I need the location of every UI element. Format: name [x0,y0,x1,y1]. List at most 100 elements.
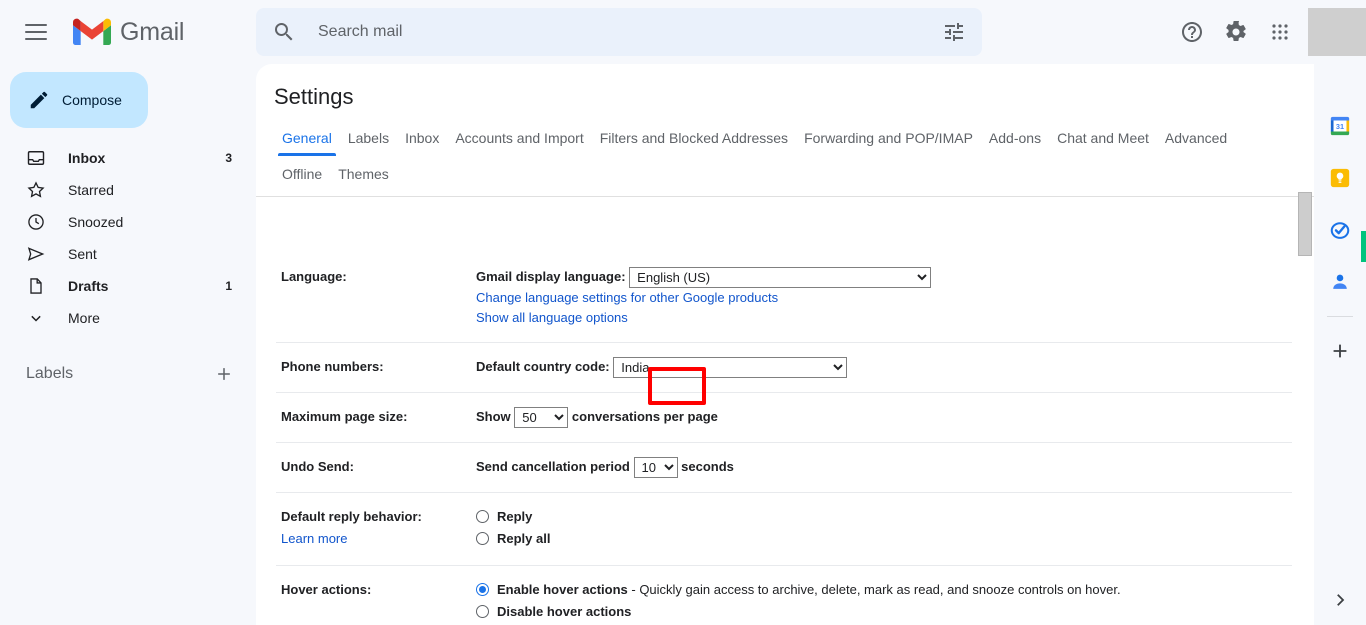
default-country-code-select[interactable]: India [613,357,848,379]
labels-title: Labels [26,365,74,382]
sidebar-item-label: Sent [68,246,97,262]
tab-filters-and-blocked-addresses[interactable]: Filters and Blocked Addresses [592,124,796,156]
compose-label: Compose [62,92,122,108]
tab-inbox[interactable]: Inbox [397,124,447,156]
setting-row-hover-actions: Hover actions: Enable hover actions - Qu… [276,566,1292,625]
sidebar-item-inbox[interactable]: Inbox 3 [0,142,256,174]
setting-label-text: Default reply behavior: [281,509,422,525]
tab-offline[interactable]: Offline [274,160,330,192]
plus-icon[interactable] [214,364,234,384]
pencil-icon [30,91,48,109]
radio-label: Disable hover actions [497,604,632,620]
content-scrollbar[interactable] [1298,192,1312,562]
setting-label: Language: [281,269,347,284]
setting-row-language: Language: Gmail display language: Englis… [276,254,1292,344]
draft-icon [30,278,42,294]
setting-value: Gmail display language: English (US) Cha… [476,267,1292,328]
radio-button[interactable] [476,605,489,619]
setting-label: Undo Send: [281,459,354,475]
avatar[interactable] [1308,8,1366,56]
tab-accounts-and-import[interactable]: Accounts and Import [447,124,591,156]
compose-button[interactable]: Compose [10,72,148,128]
labels-section-header: Labels [0,356,256,392]
support-icon[interactable] [1170,10,1214,54]
sidebar-item-starred[interactable]: Starred [0,174,256,206]
right-panel-divider [1327,316,1353,317]
search-icon[interactable] [272,20,296,44]
radio-label: Reply [497,509,533,525]
change-language-settings-link[interactable]: Change language settings for other Googl… [476,288,1292,308]
show-all-language-options-link[interactable]: Show all language options [476,308,1292,328]
tab-general[interactable]: General [274,124,340,156]
google-contacts-icon[interactable] [1320,262,1360,302]
setting-value: Show 50 conversations per page [476,407,1292,429]
main-menu-icon[interactable] [12,8,60,56]
search-input[interactable] [318,23,942,41]
radio-label: Reply all [497,531,551,547]
sidebar-item-more[interactable]: More [0,302,256,334]
radio-label-wrap: Enable hover actions - Quickly gain acce… [497,580,1121,600]
gmail-envelope-icon [73,18,111,45]
settings-gear-icon[interactable] [1214,10,1258,54]
google-apps-icon[interactable] [1258,10,1302,54]
send-icon [27,247,45,261]
settings-content: Language: Gmail display language: Englis… [256,254,1314,625]
right-side-panel: 31 [1314,64,1366,625]
tab-forwarding-and-pop-imap[interactable]: Forwarding and POP/IMAP [796,124,981,156]
max-page-size-prefix: Show [476,409,511,425]
radio-button[interactable] [476,583,489,597]
sidebar-item-label: Inbox [68,150,106,166]
sidebar-item-label: Snoozed [68,214,124,230]
sidebar-nav-list: Inbox 3 Starred Snoozed Sent Drafts 1 Mo… [0,142,256,334]
undo-send-suffix: seconds [681,459,734,475]
undo-send-prefix: Send cancellation period [476,459,630,475]
google-tasks-icon[interactable] [1320,210,1360,250]
setting-value: Send cancellation period 10 seconds [476,457,1292,479]
setting-row-maximum-page-size: Maximum page size: Show 50 conversations… [276,393,1292,444]
tab-chat-and-meet[interactable]: Chat and Meet [1049,124,1157,156]
tabs-divider [256,196,1314,197]
setting-label: Default reply behavior: Learn more [276,507,476,548]
status-indicator-tab [1361,231,1366,262]
sidebar-item-count: 3 [225,151,232,165]
header-actions [1170,0,1366,64]
sidebar-item-sent[interactable]: Sent [0,238,256,270]
svg-text:31: 31 [1336,122,1344,131]
radio-button[interactable] [476,532,489,546]
gmail-logo[interactable]: Gmail [72,17,184,47]
search-bar[interactable] [256,8,982,56]
gmail-display-language-select[interactable]: English (US) [629,267,932,289]
tune-icon[interactable] [942,20,966,44]
scrollbar-thumb[interactable] [1298,192,1312,256]
setting-row-phone-numbers: Phone numbers: Default country code: Ind… [276,343,1292,394]
sidebar-item-drafts[interactable]: Drafts 1 [0,270,256,302]
learn-more-link[interactable]: Learn more [281,529,476,548]
radio-option-reply-all[interactable]: Reply all [476,529,1292,549]
sidebar-item-label: Drafts [68,278,109,294]
send-cancellation-period-select[interactable]: 10 [633,457,678,479]
right-panel-expand[interactable] [1314,591,1366,609]
max-page-size-select[interactable]: 50 [514,407,569,429]
plus-icon[interactable] [1320,331,1360,371]
setting-label: Hover actions: [281,582,372,598]
setting-label: Maximum page size: [281,409,408,425]
tab-labels[interactable]: Labels [340,124,397,156]
tab-add-ons[interactable]: Add-ons [981,124,1049,156]
sidebar-item-label: More [68,310,100,326]
chevron-down-icon [31,315,41,322]
tab-advanced[interactable]: Advanced [1157,124,1235,156]
setting-label: Phone numbers: [281,359,384,375]
chevron-right-icon[interactable] [1331,591,1349,609]
radio-button[interactable] [476,510,489,524]
sidebar-item-snoozed[interactable]: Snoozed [0,206,256,238]
radio-option-enable-hover-actions[interactable]: Enable hover actions - Quickly gain acce… [476,580,1292,600]
gmail-display-language-label: Gmail display language: [476,269,626,284]
tab-themes[interactable]: Themes [330,160,397,192]
max-page-size-suffix: conversations per page [571,409,718,425]
google-calendar-icon[interactable]: 31 [1320,106,1360,146]
top-bar: Gmail [0,0,1366,64]
radio-option-reply[interactable]: Reply [476,507,1292,527]
google-keep-icon[interactable] [1320,158,1360,198]
setting-row-undo-send: Undo Send: Send cancellation period 10 s… [276,443,1292,494]
radio-option-disable-hover-actions[interactable]: Disable hover actions [476,602,1292,622]
